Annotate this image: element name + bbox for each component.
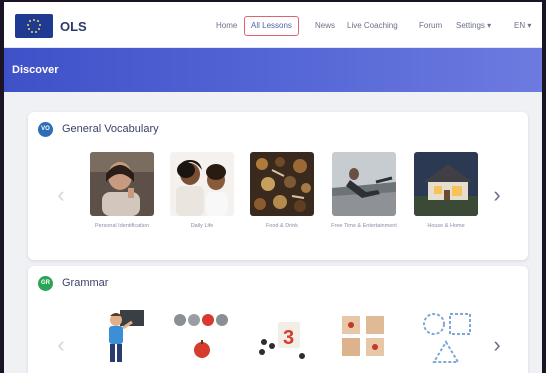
app-logo-text[interactable]: OLS: [60, 19, 87, 34]
shapes-image: [414, 304, 478, 368]
house-exterior-image: [414, 152, 478, 216]
discover-header: Discover: [4, 48, 542, 92]
lesson-tile-personal-identification[interactable]: [90, 152, 154, 216]
carousel-prev-arrow-icon[interactable]: ‹: [52, 330, 70, 360]
lesson-tile-daily-life[interactable]: [170, 152, 234, 216]
nav-home[interactable]: Home: [216, 16, 237, 36]
boy-with-chalkboard-image: [90, 304, 154, 368]
section-general-vocabulary: VO General Vocabulary ‹ Personal Identif…: [28, 112, 528, 260]
tile-label: Personal Identification: [94, 223, 150, 229]
carousel-next-arrow-icon[interactable]: ›: [488, 330, 506, 360]
grammar-tile-1[interactable]: [90, 304, 154, 368]
grammar-tile-3[interactable]: 3: [250, 304, 314, 368]
section-title: General Vocabulary: [62, 123, 159, 135]
app-window: OLS Home All Lessons News Live Coaching …: [4, 2, 542, 373]
page-title: Discover: [12, 64, 59, 76]
mother-child-image: [170, 152, 234, 216]
grammar-tile-4[interactable]: [332, 304, 396, 368]
tile-label: House & Home: [427, 223, 465, 229]
grammar-tile-2[interactable]: [170, 304, 234, 368]
nav-news[interactable]: News: [315, 16, 335, 36]
tile-label: Free Time & Entertainment: [331, 223, 397, 229]
lesson-tile-free-time[interactable]: [332, 152, 396, 216]
lesson-tile-food-drink[interactable]: [250, 152, 314, 216]
carousel-prev-arrow-icon[interactable]: ‹: [52, 180, 70, 210]
top-navigation: OLS Home All Lessons News Live Coaching …: [4, 2, 542, 48]
relaxing-outdoors-image: [332, 152, 396, 216]
tile-label: Food & Drink: [265, 223, 299, 229]
section-grammar: GR Grammar ‹ 3 ›: [28, 266, 528, 373]
number-card-image: 3: [250, 304, 314, 368]
letter-blocks-image: [332, 304, 396, 368]
tile-label: Daily Life: [190, 223, 214, 229]
nav-settings[interactable]: Settings ▾: [456, 16, 491, 36]
nav-language[interactable]: EN ▾: [514, 16, 531, 36]
category-circle-icon: GR: [38, 276, 53, 291]
lesson-tile-house-home[interactable]: [414, 152, 478, 216]
apples-image: [170, 304, 234, 368]
eu-flag-logo-icon[interactable]: [15, 14, 53, 38]
nav-forum[interactable]: Forum: [419, 16, 442, 36]
nav-all-lessons[interactable]: All Lessons: [244, 16, 299, 36]
spices-image: [250, 152, 314, 216]
section-title: Grammar: [62, 277, 109, 289]
nav-live-coaching[interactable]: Live Coaching: [347, 16, 398, 36]
carousel-next-arrow-icon[interactable]: ›: [488, 180, 506, 210]
svg-text:3: 3: [283, 327, 294, 349]
category-circle-icon: VO: [38, 122, 53, 137]
woman-portrait-image: [90, 152, 154, 216]
grammar-tile-5[interactable]: [414, 304, 478, 368]
